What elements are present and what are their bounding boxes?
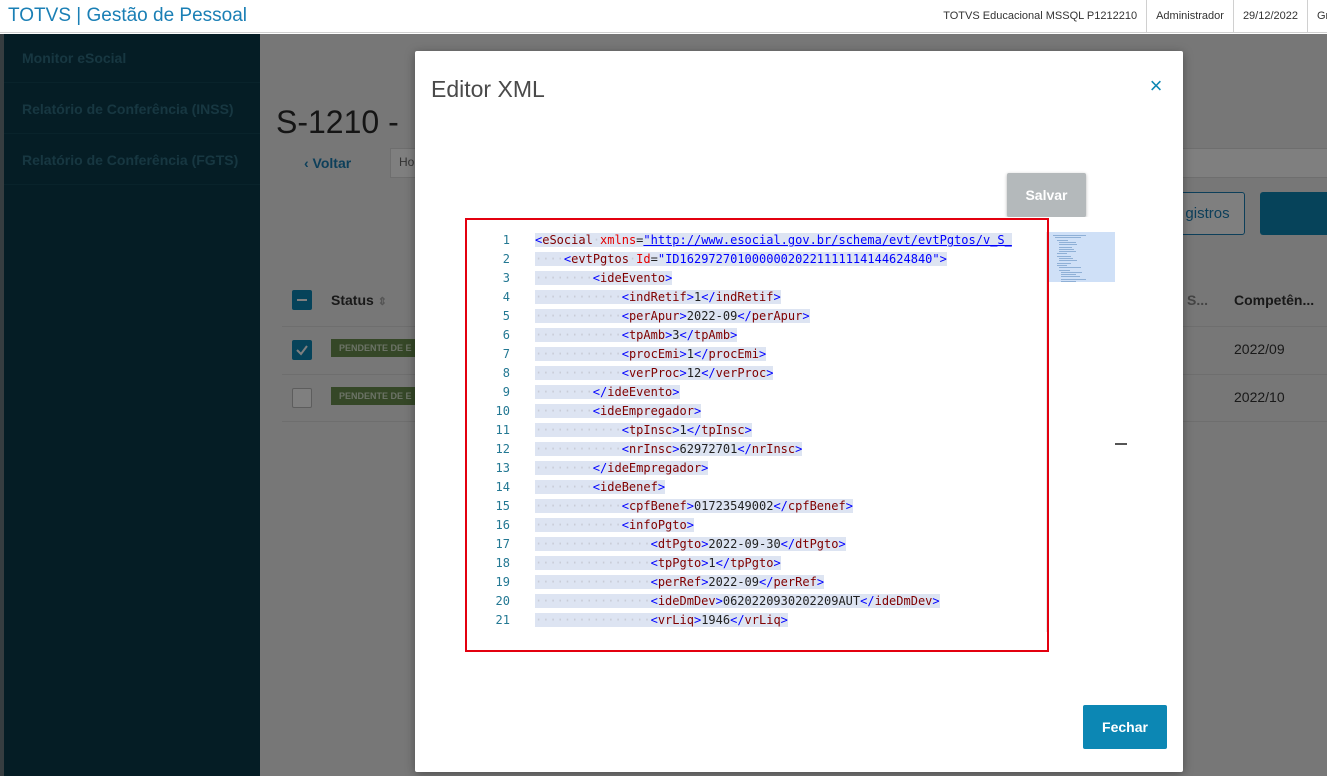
minimap-line xyxy=(1061,276,1080,278)
app-title: TOTVS | Gestão de Pessoal xyxy=(8,5,248,26)
minimap-line xyxy=(1059,248,1075,250)
annotation-highlight xyxy=(465,218,1049,652)
minimap-line xyxy=(1057,255,1072,257)
group-label[interactable]: Gru xyxy=(1307,0,1327,33)
minimap-line xyxy=(1057,253,1067,255)
fechar-button[interactable]: Fechar xyxy=(1083,705,1167,749)
minimap-line xyxy=(1061,281,1077,282)
minimap-line xyxy=(1059,269,1070,271)
date-label: 29/12/2022 xyxy=(1232,0,1307,33)
minimap-line xyxy=(1059,241,1076,243)
user-label[interactable]: Administrador xyxy=(1146,0,1233,33)
minimap-line xyxy=(1059,267,1081,269)
session-info: TOTVS Educacional MSSQL P1212210 Adminis… xyxy=(934,0,1327,33)
environment-label: TOTVS Educacional MSSQL P1212210 xyxy=(943,10,1138,22)
minimap-line xyxy=(1061,274,1077,276)
minimap-line xyxy=(1053,235,1086,236)
close-icon[interactable]: × xyxy=(1145,74,1167,98)
minimap-line xyxy=(1061,278,1087,280)
scrollbar-marker xyxy=(1115,443,1127,445)
minimap-line xyxy=(1057,264,1067,266)
minimap-line xyxy=(1059,260,1077,262)
minimap-line xyxy=(1055,237,1082,239)
dialog-title: Editor XML xyxy=(431,76,545,102)
minimap-line xyxy=(1057,262,1072,264)
save-button[interactable]: Salvar xyxy=(1007,173,1086,217)
minimap-line xyxy=(1057,239,1068,241)
top-bar: TOTVS | Gestão de Pessoal TOTVS Educacio… xyxy=(0,0,1327,33)
minimap-line xyxy=(1059,258,1074,259)
minimap-line xyxy=(1059,251,1076,253)
minimap-line xyxy=(1059,244,1077,246)
minimap[interactable] xyxy=(1046,232,1127,632)
minimap-line xyxy=(1059,246,1073,248)
minimap-line xyxy=(1061,271,1082,273)
